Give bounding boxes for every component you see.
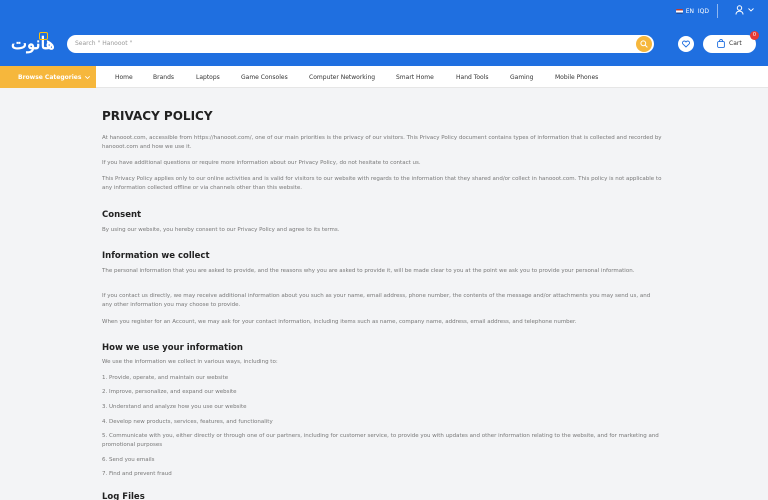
collect-paragraph: The personal information that you are as… [102, 268, 635, 274]
site-logo[interactable]: هانوت [11, 31, 55, 57]
cart-count-badge: 0 [750, 31, 759, 40]
list-item: 3. Understand and analyze how you use ou… [102, 404, 247, 410]
collect-paragraph: If you contact us directly, we may recei… [102, 293, 651, 308]
search-input[interactable]: Search " Hanooot " [75, 40, 132, 47]
collect-heading: Information we collect [102, 251, 210, 261]
page-title: PRIVACY POLICY [102, 109, 213, 123]
flag-icon [675, 9, 683, 14]
use-heading: How we use your information [102, 343, 243, 353]
header: هانوت Search " Hanooot " Cart 0 [0, 22, 768, 66]
cart-label: Cart [729, 40, 742, 47]
browse-categories-label: Browse Categories [18, 74, 82, 81]
search-button[interactable] [636, 36, 652, 52]
wishlist-button[interactable] [678, 36, 694, 52]
list-item: 7. Find and prevent fraud [102, 471, 172, 477]
cart-button[interactable]: Cart 0 [703, 31, 759, 53]
list-item: 6. Send you emails [102, 457, 155, 463]
language-selector[interactable]: EN [675, 8, 694, 15]
intro-paragraph: At hanooot.com, accessible from https://… [102, 135, 662, 150]
log-files-heading: Log Files [102, 492, 145, 500]
search-bar[interactable]: Search " Hanooot " [67, 35, 654, 53]
nav-item-home[interactable]: Home [115, 74, 133, 81]
list-item: 5. Communicate with you, either directly… [102, 433, 659, 448]
nav-item-game-consoles[interactable]: Game Consoles [241, 74, 288, 81]
heart-icon [682, 40, 690, 48]
nav-item-laptops[interactable]: Laptops [196, 74, 220, 81]
list-item: 4. Develop new products, services, featu… [102, 419, 273, 425]
list-item: 1. Provide, operate, and maintain our we… [102, 375, 229, 381]
nav-item-gaming[interactable]: Gaming [510, 74, 533, 81]
collect-paragraph: When you register for an Account, we may… [102, 319, 577, 325]
intro-paragraph: If you have additional questions or requ… [102, 160, 421, 166]
account-menu[interactable] [735, 5, 754, 15]
chevron-down-icon [748, 8, 754, 12]
nav-item-brands[interactable]: Brands [153, 74, 174, 81]
use-intro: We use the information we collect in var… [102, 359, 278, 365]
nav-item-computer-networking[interactable]: Computer Networking [309, 74, 375, 81]
top-bar: EN IQD [0, 0, 768, 22]
language-label: EN [685, 8, 694, 15]
chevron-down-icon [85, 76, 91, 80]
search-icon [640, 40, 648, 48]
main-navigation: Browse Categories Home Brands Laptops Ga… [0, 66, 768, 88]
consent-heading: Consent [102, 210, 142, 220]
nav-item-hand-tools[interactable]: Hand Tools [456, 74, 489, 81]
browse-categories-button[interactable]: Browse Categories [0, 66, 96, 88]
consent-text: By using our website, you hereby consent… [102, 227, 340, 233]
policy-content: PRIVACY POLICY At hanooot.com, accessibl… [102, 88, 662, 500]
user-icon [735, 5, 744, 15]
divider [717, 4, 718, 18]
currency-selector[interactable]: IQD [698, 8, 709, 15]
nav-item-mobile-phones[interactable]: Mobile Phones [555, 74, 598, 81]
shopping-bag-icon [717, 39, 725, 48]
bag-icon [39, 32, 48, 40]
list-item: 2. Improve, personalize, and expand our … [102, 389, 237, 395]
intro-paragraph: This Privacy Policy applies only to our … [102, 176, 662, 191]
nav-item-smart-home[interactable]: Smart Home [396, 74, 434, 81]
logo-text: هانوت [11, 34, 55, 54]
